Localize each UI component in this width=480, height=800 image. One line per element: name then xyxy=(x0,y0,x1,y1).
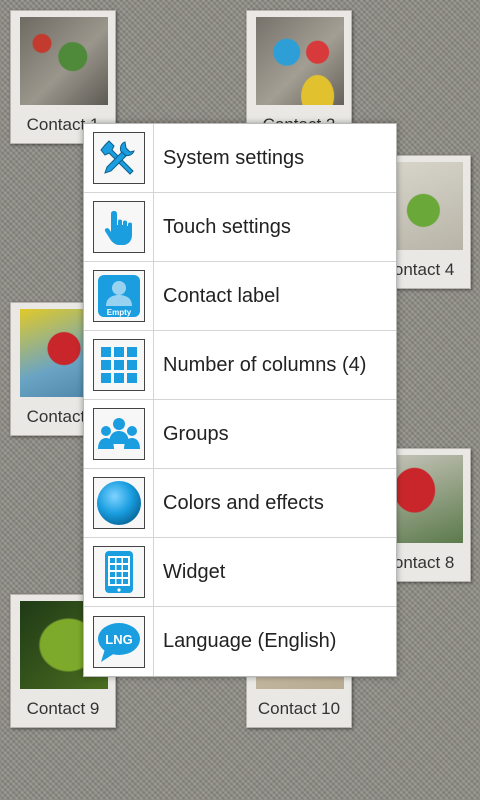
settings-menu: System settings Touch settings Empty Con… xyxy=(83,123,397,677)
menu-item-contact-label[interactable]: Empty Contact label xyxy=(84,262,396,331)
menu-item-colors-and-effects[interactable]: Colors and effects xyxy=(84,469,396,538)
menu-item-label: Contact label xyxy=(163,284,280,307)
menu-item-widget[interactable]: Widget xyxy=(84,538,396,607)
menu-item-language[interactable]: LNG Language (English) xyxy=(84,607,396,676)
menu-item-touch-settings[interactable]: Touch settings xyxy=(84,193,396,262)
color-sphere-icon xyxy=(92,477,145,529)
menu-item-label: Touch settings xyxy=(163,215,291,238)
menu-item-label: Language (English) xyxy=(163,630,337,652)
menu-item-label: Groups xyxy=(163,422,229,445)
contact-label-icon-text: Empty xyxy=(106,308,131,317)
contact-name: Contact 10 xyxy=(257,699,341,718)
contact-photo xyxy=(20,17,108,105)
contact-name: Contact 9 xyxy=(26,699,100,718)
tools-icon xyxy=(92,132,145,184)
contact-photo xyxy=(256,17,344,105)
menu-item-groups[interactable]: Groups xyxy=(84,400,396,469)
groups-icon xyxy=(92,408,145,460)
menu-item-label: System settings xyxy=(163,146,305,169)
menu-item-label: Colors and effects xyxy=(163,491,324,514)
language-bubble-icon: LNG xyxy=(92,615,145,668)
menu-item-label: Number of columns (4) xyxy=(163,353,367,376)
language-icon-text: LNG xyxy=(105,632,132,647)
menu-item-number-of-columns[interactable]: Number of columns (4) xyxy=(84,331,396,400)
menu-item-system-settings[interactable]: System settings xyxy=(84,124,396,193)
widget-phone-icon xyxy=(92,546,145,598)
touch-hand-icon xyxy=(92,201,145,253)
menu-item-label: Widget xyxy=(163,560,226,583)
contact-label-icon: Empty xyxy=(92,270,145,322)
grid-icon xyxy=(92,339,145,391)
